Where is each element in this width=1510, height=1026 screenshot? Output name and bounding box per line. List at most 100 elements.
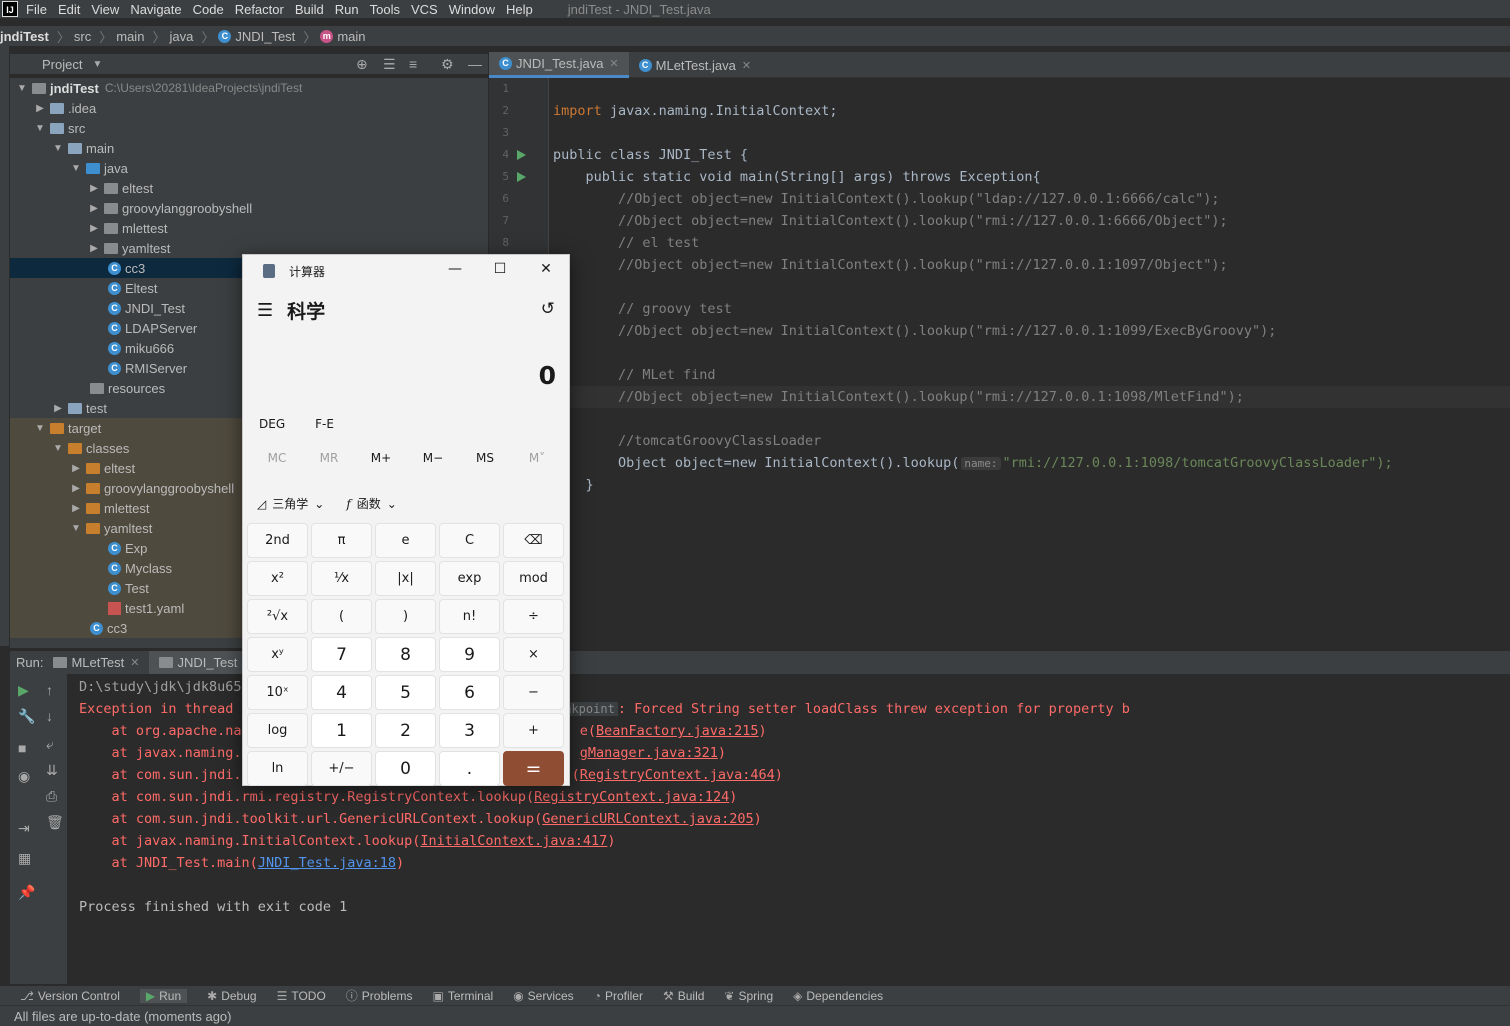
camera-icon[interactable]: ◉ — [18, 768, 30, 785]
m-plus-button[interactable]: M+ — [355, 451, 407, 465]
tree-item[interactable]: ▶ eltest — [10, 178, 488, 198]
chevron-right-icon[interactable]: ▶ — [70, 483, 82, 494]
calculator-window[interactable]: 计算器 — ☐ ✕ ☰ 科学 ↺ 0 DEG F-E MC MR M+ M− M… — [242, 254, 570, 786]
menu-refactor[interactable]: Refactor — [235, 2, 284, 17]
chevron-down-icon[interactable]: ▼ — [52, 143, 64, 154]
tool-problems[interactable]: ⓘ Problems — [346, 987, 413, 1004]
tree-item-root[interactable]: ▼ jndiTest C:\Users\20281\IdeaProjects\jnd… — [10, 78, 488, 98]
wrench-icon[interactable]: 🔧 — [18, 708, 35, 725]
m-minus-button[interactable]: M− — [407, 451, 459, 465]
key-equals[interactable]: = — [503, 751, 564, 786]
menu-window[interactable]: Window — [449, 2, 495, 17]
tree-item[interactable]: ▼ java — [10, 158, 488, 178]
pin-icon[interactable]: 📌 — [18, 884, 35, 901]
key-2nd[interactable]: 2nd — [247, 523, 308, 558]
breadcrumb-method[interactable]: main — [337, 29, 365, 44]
key-9[interactable]: 9 — [439, 637, 500, 672]
tool-version-control[interactable]: ⎇ Version Control — [20, 989, 120, 1003]
trash-icon[interactable]: 🗑 — [46, 814, 64, 831]
key-reciprocal[interactable]: ¹⁄x — [311, 561, 372, 596]
hide-icon[interactable]: — — [468, 56, 482, 72]
chevron-right-icon[interactable]: ▶ — [34, 103, 46, 114]
tool-profiler[interactable]: ◔ Profiler — [594, 989, 643, 1003]
breadcrumb-src[interactable]: src — [74, 29, 91, 44]
tab-jndi-test[interactable]: C JNDI_Test.java ✕ — [489, 52, 629, 78]
key-multiply[interactable]: × — [503, 637, 564, 672]
maximize-icon[interactable]: ☐ — [488, 261, 512, 277]
key-8[interactable]: 8 — [375, 637, 436, 672]
breadcrumb-main[interactable]: main — [116, 29, 144, 44]
tool-todo[interactable]: ☰ TODO — [277, 989, 326, 1003]
menu-help[interactable]: Help — [506, 2, 533, 17]
tree-item[interactable]: ▼ main — [10, 138, 488, 158]
run-tab-jndi-test[interactable]: JNDI_Test — [149, 650, 248, 675]
chevron-down-icon[interactable]: ▼ — [34, 123, 46, 134]
key-2[interactable]: 2 — [375, 713, 436, 748]
key-ln[interactable]: ln — [247, 751, 308, 786]
tree-item[interactable]: ▼ src — [10, 118, 488, 138]
key-abs[interactable]: |x| — [375, 561, 436, 596]
mr-button[interactable]: MR — [303, 451, 355, 465]
menu-navigate[interactable]: Navigate — [130, 2, 181, 17]
tool-dependencies[interactable]: ◈ Dependencies — [793, 989, 883, 1003]
breadcrumb-project[interactable]: jndiTest — [0, 29, 49, 44]
key-divide[interactable]: ÷ — [503, 599, 564, 634]
stop-icon[interactable]: ■ — [18, 740, 26, 756]
menu-view[interactable]: View — [91, 2, 119, 17]
chevron-down-icon[interactable]: ▼ — [70, 163, 82, 174]
memory-list-button[interactable]: M˅ — [511, 451, 563, 465]
key-rparen[interactable]: ) — [375, 599, 436, 634]
key-log[interactable]: log — [247, 713, 308, 748]
tree-item[interactable]: ▶ .idea — [10, 98, 488, 118]
key-7[interactable]: 7 — [311, 637, 372, 672]
menu-tools[interactable]: Tools — [370, 2, 400, 17]
menu-code[interactable]: Code — [193, 2, 224, 17]
key-5[interactable]: 5 — [375, 675, 436, 710]
trig-dropdown[interactable]: 三角学 — [272, 495, 308, 512]
tool-build[interactable]: ⚒ Build — [663, 989, 704, 1003]
key-lparen[interactable]: ( — [311, 599, 372, 634]
key-ten-power[interactable]: 10ˣ — [247, 675, 308, 710]
close-icon[interactable]: ✕ — [534, 261, 558, 277]
key-mod[interactable]: mod — [503, 561, 564, 596]
chevron-right-icon[interactable]: ▶ — [88, 183, 100, 194]
key-factorial[interactable]: n! — [439, 599, 500, 634]
menu-build[interactable]: Build — [295, 2, 324, 17]
backspace-icon[interactable]: ⌫ — [503, 523, 564, 558]
arrow-down-icon[interactable]: ↓ — [46, 708, 53, 724]
menu-file[interactable]: File — [26, 2, 47, 17]
soft-wrap-icon[interactable]: ⤶ — [46, 736, 54, 753]
chevron-down-icon[interactable]: ▼ — [16, 83, 28, 94]
chevron-down-icon[interactable]: ▼ — [52, 443, 64, 454]
menu-edit[interactable]: Edit — [58, 2, 80, 17]
chevron-right-icon[interactable]: ▶ — [70, 503, 82, 514]
tab-mlet-test[interactable]: C MLetTest.java ✕ — [629, 52, 761, 78]
tool-services[interactable]: ◉ Services — [513, 989, 574, 1003]
key-e[interactable]: e — [375, 523, 436, 558]
layout-icon[interactable]: ▦ — [18, 850, 31, 867]
angle-unit-button[interactable]: DEG — [259, 417, 285, 431]
close-icon[interactable]: ✕ — [130, 656, 139, 669]
key-decimal[interactable]: . — [439, 751, 500, 786]
key-exp[interactable]: exp — [439, 561, 500, 596]
chevron-right-icon[interactable]: ▶ — [88, 203, 100, 214]
key-plus[interactable]: + — [503, 713, 564, 748]
chevron-right-icon[interactable]: ▶ — [52, 403, 64, 414]
chevron-down-icon[interactable]: ⌄ — [387, 497, 397, 511]
ms-button[interactable]: MS — [459, 451, 511, 465]
key-square[interactable]: x² — [247, 561, 308, 596]
chevron-down-icon[interactable]: ▼ — [70, 523, 82, 534]
gear-icon[interactable]: ⚙ — [441, 56, 454, 73]
key-0[interactable]: 0 — [375, 751, 436, 786]
print-icon[interactable]: ⎙ — [46, 788, 57, 805]
key-1[interactable]: 1 — [311, 713, 372, 748]
minimize-icon[interactable]: — — [443, 261, 467, 277]
close-icon[interactable]: ✕ — [609, 57, 618, 70]
chevron-right-icon[interactable]: ▶ — [88, 223, 100, 234]
breadcrumb-java[interactable]: java — [169, 29, 193, 44]
arrow-up-icon[interactable]: ↑ — [46, 682, 53, 698]
key-clear[interactable]: C — [439, 523, 500, 558]
run-main-icon[interactable] — [517, 172, 526, 182]
history-icon[interactable]: ↺ — [541, 299, 555, 319]
breadcrumb-class[interactable]: JNDI_Test — [235, 29, 295, 44]
